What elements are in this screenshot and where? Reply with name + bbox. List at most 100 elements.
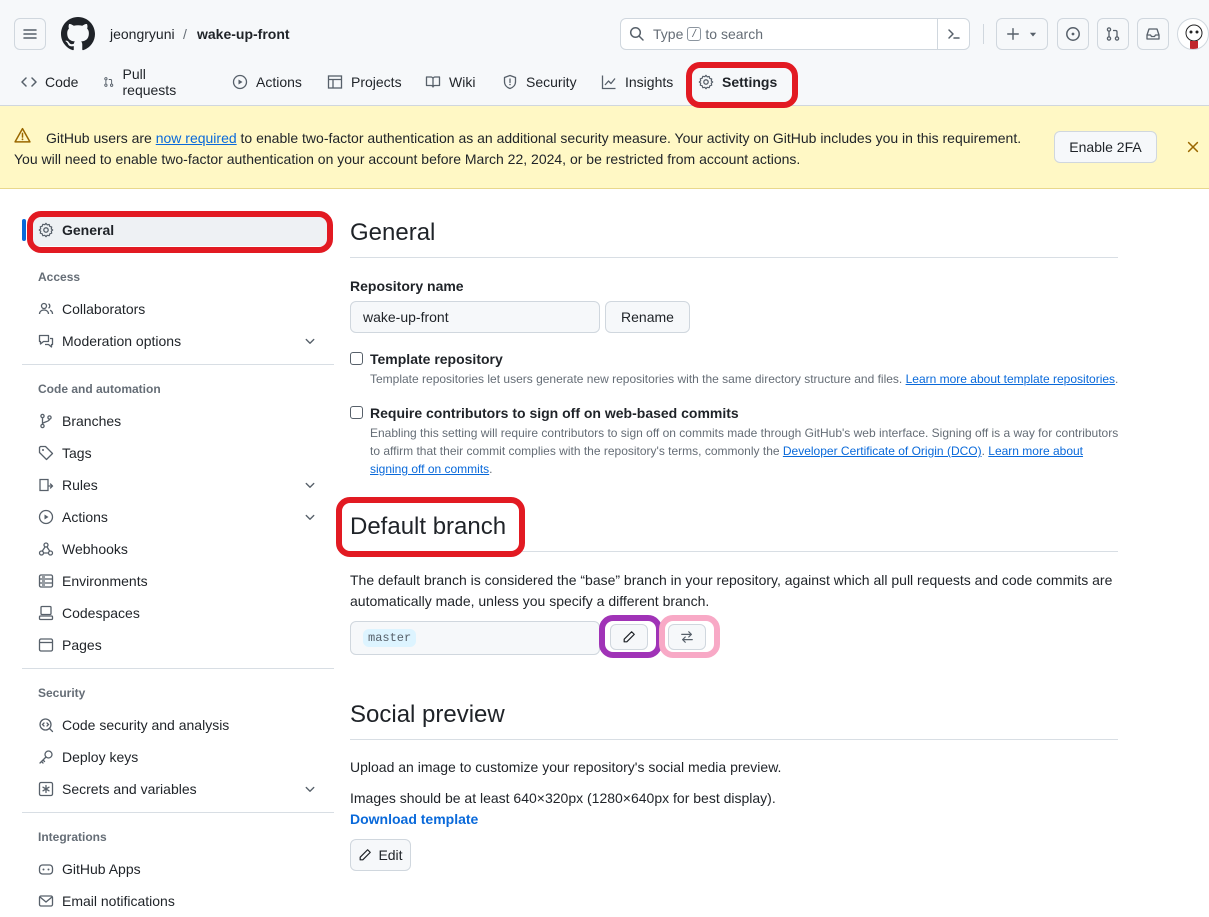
section-divider [350,739,1118,740]
tab-code[interactable]: Code [21,64,78,100]
search-icon [629,26,644,41]
sidebar-item-branches[interactable]: Branches [30,405,328,437]
sidebar-active-indicator [22,219,26,241]
sidebar-heading-integrations: Integrations [38,830,107,844]
sidebar-item-general[interactable]: General [30,214,328,246]
git-pull-request-icon [1106,27,1120,41]
avatar[interactable] [1177,18,1209,50]
arrow-switch-icon [681,631,693,643]
tab-insights[interactable]: Insights [601,64,673,100]
tab-actions[interactable]: Actions [232,64,302,100]
banner-message: GitHub users are now required to enable … [14,130,1022,167]
edit-social-preview-button[interactable]: Edit [350,839,411,871]
key-icon [39,750,53,764]
breadcrumb-separator: / [183,26,187,42]
switch-branch-button[interactable] [668,624,706,650]
command-palette-button[interactable] [937,19,969,49]
plus-icon [1007,28,1019,40]
repo-name-label: Repository name [350,278,464,294]
asterisk-icon [38,781,54,797]
sidebar-item-rules[interactable]: Rules [30,469,328,501]
section-divider [350,551,1118,552]
rename-button[interactable]: Rename [605,301,690,333]
sidebar-item-codespaces[interactable]: Codespaces [30,597,328,629]
triangle-down-icon [1029,32,1037,37]
issues-button[interactable] [1057,18,1089,50]
breadcrumb-repo[interactable]: wake-up-front [197,26,290,42]
sidebar-divider [22,668,334,669]
sidebar-item-code-security[interactable]: Code security and analysis [30,709,328,741]
codespaces-icon [38,605,54,621]
default-branch-heading: Default branch [350,513,507,540]
tab-projects[interactable]: Projects [327,64,402,100]
shield-icon [503,74,517,90]
sidebar-item-github-apps[interactable]: GitHub Apps [30,853,328,885]
tab-security[interactable]: Security [502,64,577,100]
template-learn-more-link[interactable]: Learn more about template repositories [906,372,1115,386]
create-new-button[interactable] [996,18,1048,50]
signoff-checkbox[interactable] [350,406,363,419]
chevron-down-icon [305,482,315,488]
inbox-icon [1146,28,1160,40]
app-header: jeongryuni / wake-up-front Type / to sea… [0,0,1209,106]
code-icon [21,77,37,87]
menu-button[interactable] [14,18,46,50]
default-branch-field: master [350,621,600,655]
book-icon [425,76,441,88]
header-divider [983,24,984,44]
general-heading: General [350,219,436,246]
enable-2fa-button[interactable]: Enable 2FA [1054,131,1157,163]
table-icon [327,75,343,89]
tab-settings[interactable]: Settings [698,64,777,100]
comment-discussion-icon [38,334,54,348]
github-logo-icon[interactable] [61,17,95,51]
sidebar-item-pages[interactable]: Pages [30,629,328,661]
codescan-icon [39,718,54,733]
sidebar-item-deploy-keys[interactable]: Deploy keys [30,741,328,773]
gear-icon [698,74,714,90]
dco-link[interactable]: Developer Certificate of Origin (DCO) [783,444,982,458]
pencil-icon [360,849,372,861]
tab-pull-requests[interactable]: Pull requests [103,64,181,100]
two-factor-banner: GitHub users are now required to enable … [0,106,1209,189]
now-required-link[interactable]: now required [156,130,237,146]
apps-icon [38,864,54,875]
template-repo-note: Template repositories let users generate… [370,372,1119,386]
breadcrumb-owner[interactable]: jeongryuni [110,26,175,42]
sidebar-item-collaborators[interactable]: Collaborators [30,293,328,325]
tab-wiki[interactable]: Wiki [425,64,475,100]
chevron-down-icon [305,786,315,792]
sidebar-item-tags[interactable]: Tags [30,437,328,469]
signoff-note: Enabling this setting will require contr… [370,426,1119,476]
sidebar-item-webhooks[interactable]: Webhooks [30,533,328,565]
rename-branch-button[interactable] [610,624,648,650]
search-input[interactable]: Type / to search [620,18,970,50]
social-preview-size-note: Images should be at least 640×320px (128… [350,790,776,806]
search-placeholder: Type / to search [653,26,763,42]
terminal-icon [947,29,960,39]
active-tab-indicator [694,103,788,105]
close-icon[interactable] [1186,140,1200,154]
signoff-label: Require contributors to sign off on web-… [370,405,739,421]
sidebar-item-secrets[interactable]: Secrets and variables [30,773,328,805]
sidebar-item-email-notifications[interactable]: Email notifications [30,885,328,917]
gear-icon [38,222,54,238]
git-pull-request-icon [104,77,114,87]
download-template-link[interactable]: Download template [350,811,478,827]
chevron-down-icon [305,338,315,344]
sidebar-heading-code-automation: Code and automation [38,382,161,396]
sidebar-item-moderation[interactable]: Moderation options [30,325,328,357]
template-repo-checkbox[interactable] [350,352,363,365]
pull-requests-button[interactable] [1097,18,1129,50]
mail-icon [38,895,54,907]
sidebar-item-actions[interactable]: Actions [30,501,328,533]
branch-name-tag: master [363,629,417,647]
sidebar-item-environments[interactable]: Environments [30,565,328,597]
search-shortcut-key: / [687,27,702,41]
repo-name-input[interactable]: wake-up-front [350,301,600,333]
issue-icon [1066,27,1080,41]
inbox-button[interactable] [1137,18,1169,50]
social-preview-description: Upload an image to customize your reposi… [350,759,782,775]
sidebar-divider [22,812,334,813]
section-divider [350,257,1118,258]
